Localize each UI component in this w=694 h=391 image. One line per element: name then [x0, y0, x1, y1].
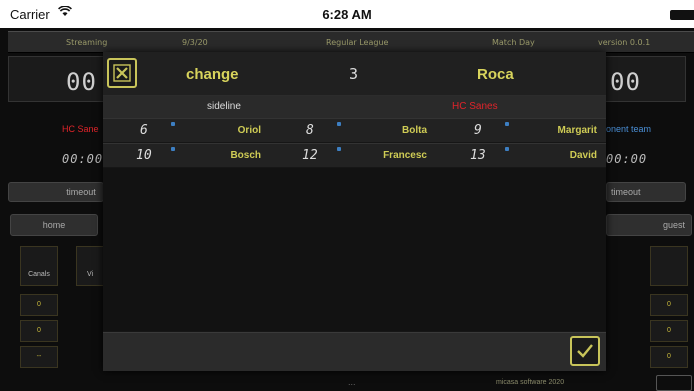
- battery-icon: [670, 10, 694, 20]
- team-name: HC Sanes: [452, 101, 498, 112]
- more-indicator: ...: [348, 377, 356, 387]
- stat-header-cell: [650, 246, 688, 286]
- marker-icon: [337, 147, 341, 151]
- marker-icon: [171, 147, 175, 151]
- match-day-label: Match Day: [492, 38, 535, 47]
- player-name: Francesc: [383, 150, 427, 161]
- confirm-button[interactable]: [570, 336, 600, 366]
- player-name: Oriol: [237, 125, 261, 136]
- clock: 6:28 AM: [322, 7, 372, 22]
- player-row: 10 Bosch 12 Francesc 13 David: [103, 143, 606, 167]
- player-number: 9: [474, 123, 482, 138]
- guest-score: 00: [610, 68, 641, 96]
- player-number: 12: [302, 148, 318, 163]
- player-name: Margarit: [557, 125, 597, 136]
- stat-cell[interactable]: 0: [20, 320, 58, 342]
- guest-timeout-button[interactable]: timeout: [606, 182, 686, 202]
- player-number: 6: [140, 123, 148, 138]
- marker-icon: [171, 122, 175, 126]
- stat-cell[interactable]: 0: [650, 346, 688, 368]
- team-subheader: sideline HC Sanes: [103, 96, 606, 118]
- stat-cell[interactable]: 0: [20, 294, 58, 316]
- close-button[interactable]: [107, 58, 137, 88]
- home-timeout-button[interactable]: timeout: [8, 182, 104, 202]
- selected-player-number: 3: [349, 65, 359, 83]
- player-option[interactable]: 12 Francesc: [271, 144, 439, 168]
- close-x-icon: [113, 64, 131, 82]
- guest-timer: 00:00: [606, 152, 648, 166]
- home-team-name: HC Sane: [62, 124, 99, 134]
- streaming-label: Streaming: [66, 38, 108, 47]
- player-number: 8: [306, 123, 314, 138]
- substitution-modal: change 3 Roca sideline HC Sanes 6 Oriol …: [103, 52, 606, 371]
- home-button[interactable]: home: [10, 214, 98, 236]
- modal-title: change: [186, 66, 239, 83]
- league-label: Regular League: [326, 38, 389, 47]
- copyright-label: micasa software 2020: [496, 379, 565, 386]
- marker-icon: [337, 122, 341, 126]
- checkmark-icon: [577, 344, 593, 358]
- match-info-bar: Streaming 9/3/20 Regular League Match Da…: [8, 31, 694, 53]
- player-number: 13: [470, 148, 486, 163]
- sideline-label: sideline: [207, 101, 241, 112]
- player-name: Bolta: [402, 125, 427, 136]
- status-bar: Carrier 6:28 AM: [0, 0, 694, 28]
- home-timer: 00:00: [62, 152, 104, 166]
- player-option[interactable]: 9 Margarit: [439, 119, 606, 143]
- player-name: David: [569, 150, 597, 161]
- selected-player-name: Roca: [477, 66, 514, 83]
- match-date: 9/3/20: [182, 38, 208, 47]
- marker-icon: [505, 147, 509, 151]
- stat-header-cell: Vi: [76, 246, 104, 286]
- home-score: 00: [66, 68, 97, 96]
- player-option[interactable]: 10 Bosch: [103, 144, 271, 168]
- modal-body: [103, 168, 606, 331]
- player-number: 10: [136, 148, 152, 163]
- player-option[interactable]: 6 Oriol: [103, 119, 271, 143]
- stat-cell[interactable]: 0: [650, 320, 688, 342]
- guest-button[interactable]: guest: [606, 214, 692, 236]
- modal-footer: [103, 332, 606, 371]
- opponent-team-name: onent team: [606, 124, 652, 134]
- modal-header: change 3 Roca: [103, 52, 606, 96]
- marker-icon: [505, 122, 509, 126]
- version-label: version 0.0.1: [598, 38, 651, 47]
- player-row: 6 Oriol 8 Bolta 9 Margarit: [103, 118, 606, 142]
- corner-button[interactable]: [656, 375, 692, 391]
- player-option[interactable]: 8 Bolta: [271, 119, 439, 143]
- player-option[interactable]: 13 David: [439, 144, 606, 168]
- stat-cell[interactable]: 0: [650, 294, 688, 316]
- stat-header-cell: Canals: [20, 246, 58, 286]
- stat-cell[interactable]: --: [20, 346, 58, 368]
- player-name: Bosch: [230, 150, 261, 161]
